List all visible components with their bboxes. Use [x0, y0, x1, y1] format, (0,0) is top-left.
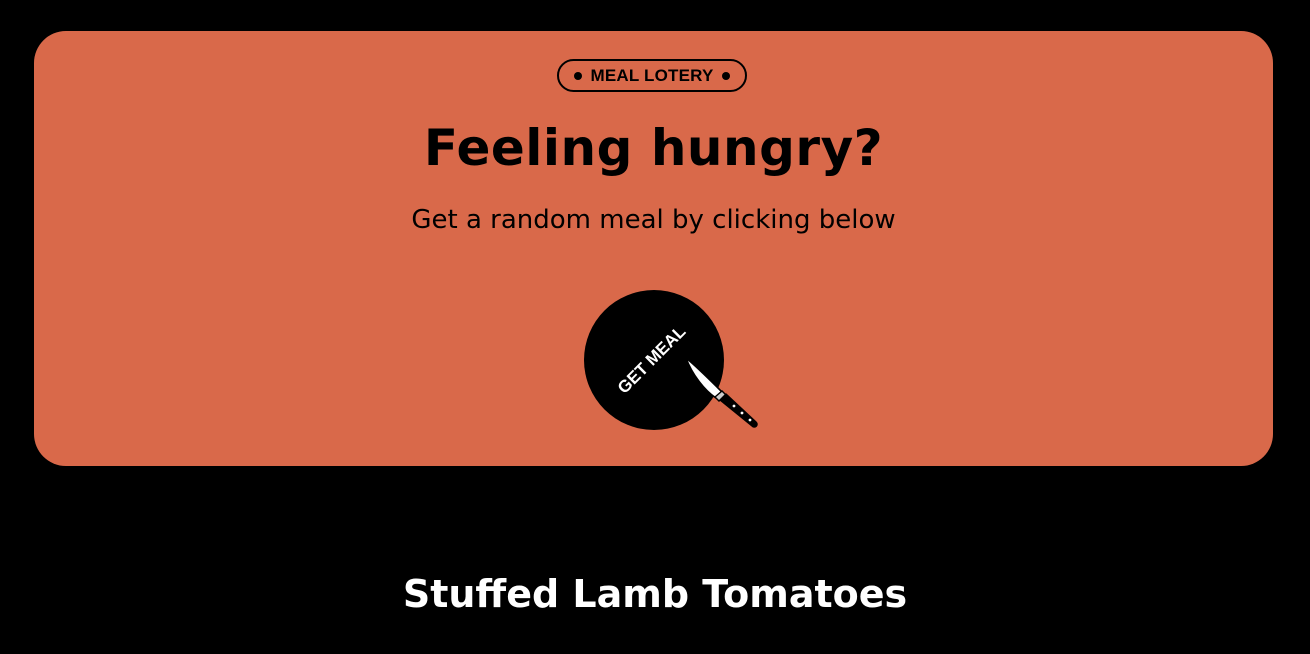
knife-rivet-1: [732, 404, 736, 408]
knife-rivet-3: [748, 418, 752, 422]
knife-rivet-2: [740, 411, 744, 415]
badge-dot-left: [574, 71, 583, 80]
hero-subline: Get a random meal by clicking below: [411, 205, 896, 235]
page: MEAL LOTERY Feeling hungry? Get a random…: [0, 0, 1310, 654]
hero-card: MEAL LOTERY Feeling hungry? Get a random…: [34, 31, 1273, 466]
badge-label: MEAL LOTERY: [590, 65, 714, 85]
knife-handle: [719, 393, 758, 428]
knife-blade: [685, 357, 723, 399]
hero-headline: Feeling hungry?: [423, 119, 884, 177]
get-meal-button-label: GET MEAL: [613, 321, 690, 398]
meal-title: Stuffed Lamb Tomatoes: [402, 572, 908, 616]
knife-icon: [685, 357, 758, 428]
badge-dot-right: [721, 71, 730, 80]
meal-lottery-badge: MEAL LOTERY: [557, 59, 747, 92]
